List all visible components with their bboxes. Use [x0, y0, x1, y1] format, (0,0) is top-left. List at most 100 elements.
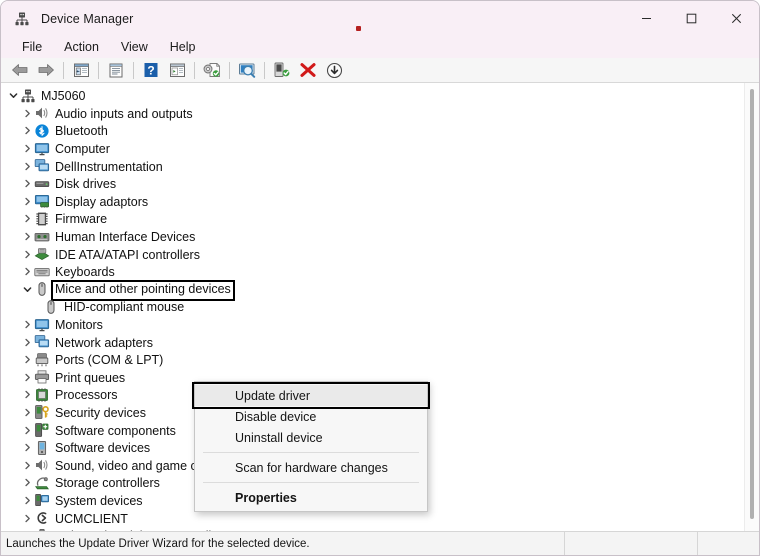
chevron-right-icon[interactable]	[21, 336, 34, 349]
update-driver-icon[interactable]	[199, 59, 225, 81]
svg-text:?: ?	[147, 63, 154, 77]
ctx-item-label: Scan for hardware changes	[235, 460, 388, 475]
context-menu-separator	[203, 452, 419, 453]
annotation-box-mice: Mice and other pointing devices	[51, 280, 235, 302]
chevron-right-icon[interactable]	[21, 195, 34, 208]
chevron-right-icon[interactable]	[21, 212, 34, 225]
chevron-right-icon[interactable]	[21, 248, 34, 261]
maximize-button[interactable]	[669, 1, 714, 36]
menu-file[interactable]: File	[11, 38, 53, 56]
ctx-item-label: Properties	[235, 490, 297, 505]
tree-item-label: UCMCLIENT	[55, 511, 128, 526]
chevron-right-icon[interactable]	[21, 476, 34, 489]
properties-icon[interactable]	[103, 59, 129, 81]
chevron-right-icon[interactable]	[21, 459, 34, 472]
chevron-right-icon[interactable]	[21, 142, 34, 155]
vertical-scrollbar[interactable]	[744, 83, 759, 531]
close-button[interactable]	[714, 1, 759, 36]
chevron-right-icon[interactable]	[21, 424, 34, 437]
chevron-right-icon[interactable]	[21, 353, 34, 366]
tree-item-bluetooth[interactable]: Bluetooth	[1, 122, 745, 140]
port-icon	[34, 352, 50, 368]
storage-controller-icon	[34, 475, 50, 491]
tree-item-dellinstrumentation[interactable]: DellInstrumentation	[1, 157, 745, 175]
keyboard-icon	[34, 264, 50, 280]
minimize-button[interactable]	[624, 1, 669, 36]
tree-item-display-adaptors[interactable]: Display adaptors	[1, 193, 745, 211]
system-device-icon	[34, 492, 50, 508]
ctx-properties[interactable]: Properties	[195, 487, 427, 508]
disable-device-icon[interactable]	[321, 59, 347, 81]
tree-item-network-adapters[interactable]: Network adapters	[1, 333, 745, 351]
context-menu: Update driver Disable device Uninstall d…	[192, 381, 430, 512]
tree-item-ide-ata-atapi-controllers[interactable]: IDE ATA/ATAPI controllers	[1, 245, 745, 263]
tree-item-label: Processors	[55, 388, 118, 403]
ctx-scan-hardware-changes[interactable]: Scan for hardware changes	[195, 457, 427, 478]
tree-item-audio-inputs-and-outputs[interactable]: Audio inputs and outputs	[1, 105, 745, 123]
uninstall-device-icon[interactable]	[295, 59, 321, 81]
toolbar-separator	[63, 61, 64, 79]
tree-item-label: IDE ATA/ATAPI controllers	[55, 247, 200, 262]
chevron-right-icon[interactable]	[21, 494, 34, 507]
chevron-right-icon[interactable]	[21, 124, 34, 137]
ctx-item-label: Update driver	[235, 388, 311, 403]
toolbar-separator	[264, 61, 265, 79]
tree-item-ports-com-lpt[interactable]: Ports (COM & LPT)	[1, 351, 745, 369]
ucm-icon	[34, 510, 50, 526]
speaker-icon	[34, 105, 50, 121]
monitor-icon	[34, 141, 50, 157]
menu-view[interactable]: View	[110, 38, 159, 56]
printer-icon	[34, 369, 50, 385]
chevron-right-icon[interactable]	[21, 406, 34, 419]
chevron-right-icon[interactable]	[21, 107, 34, 120]
device-tree-pane: MJ5060 Audio inputs and outputs Bluetoot…	[1, 82, 759, 531]
mouse-icon	[34, 281, 50, 297]
tree-item-label: Human Interface Devices	[55, 230, 196, 245]
mouse-icon	[43, 299, 59, 315]
hid-icon	[34, 229, 50, 245]
tree-item-label: Audio inputs and outputs	[55, 106, 193, 121]
tree-item-label: Security devices	[55, 405, 147, 420]
enable-device-icon[interactable]	[269, 59, 295, 81]
ctx-disable-device[interactable]: Disable device	[195, 406, 427, 427]
tree-item-computer[interactable]: Computer	[1, 140, 745, 158]
show-hide-console-tree-icon[interactable]	[68, 59, 94, 81]
chevron-right-icon[interactable]	[21, 230, 34, 243]
tree-item-mice-and-other-pointing-devices[interactable]: Mice and other pointing devices	[1, 280, 745, 302]
forward-icon[interactable]	[33, 59, 59, 81]
chevron-right-icon[interactable]	[21, 371, 34, 384]
tree-item-hid-compliant-mouse[interactable]: HID-compliant mouse	[1, 298, 745, 316]
status-message: Launches the Update Driver Wizard for th…	[6, 537, 310, 550]
titlebar: Device Manager	[1, 1, 759, 36]
tree-item-monitors[interactable]: Monitors	[1, 316, 745, 334]
chevron-down-icon[interactable]	[7, 89, 20, 102]
show-hide-action-pane-icon[interactable]	[164, 59, 190, 81]
chevron-down-icon[interactable]	[21, 283, 34, 296]
chevron-right-icon[interactable]	[21, 318, 34, 331]
menubar: File Action View Help	[1, 36, 759, 58]
toolbar-separator	[194, 61, 195, 79]
scrollbar-thumb[interactable]	[750, 89, 754, 519]
chevron-right-icon[interactable]	[21, 160, 34, 173]
tree-item-keyboards[interactable]: Keyboards	[1, 263, 745, 281]
tree-item-firmware[interactable]: Firmware	[1, 210, 745, 228]
chevron-right-icon[interactable]	[21, 265, 34, 278]
chevron-right-icon[interactable]	[21, 177, 34, 190]
menu-action[interactable]: Action	[53, 38, 110, 56]
tree-item-disk-drives[interactable]: Disk drives	[1, 175, 745, 193]
chevron-right-icon[interactable]	[21, 512, 34, 525]
ctx-update-driver[interactable]: Update driver	[192, 382, 430, 409]
toolbar-separator	[98, 61, 99, 79]
help-icon[interactable]: ?	[138, 59, 164, 81]
chevron-right-icon[interactable]	[21, 441, 34, 454]
menu-help[interactable]: Help	[159, 38, 207, 56]
scan-for-hardware-changes-icon[interactable]	[234, 59, 260, 81]
toolbar-separator	[133, 61, 134, 79]
ctx-item-label: Disable device	[235, 409, 317, 424]
ctx-uninstall-device[interactable]: Uninstall device	[195, 427, 427, 448]
tree-item-human-interface-devices[interactable]: Human Interface Devices	[1, 228, 745, 246]
chevron-right-icon[interactable]	[21, 388, 34, 401]
back-icon[interactable]	[7, 59, 33, 81]
tree-item-root[interactable]: MJ5060	[1, 87, 745, 105]
tree-item-label: Display adaptors	[55, 194, 149, 209]
